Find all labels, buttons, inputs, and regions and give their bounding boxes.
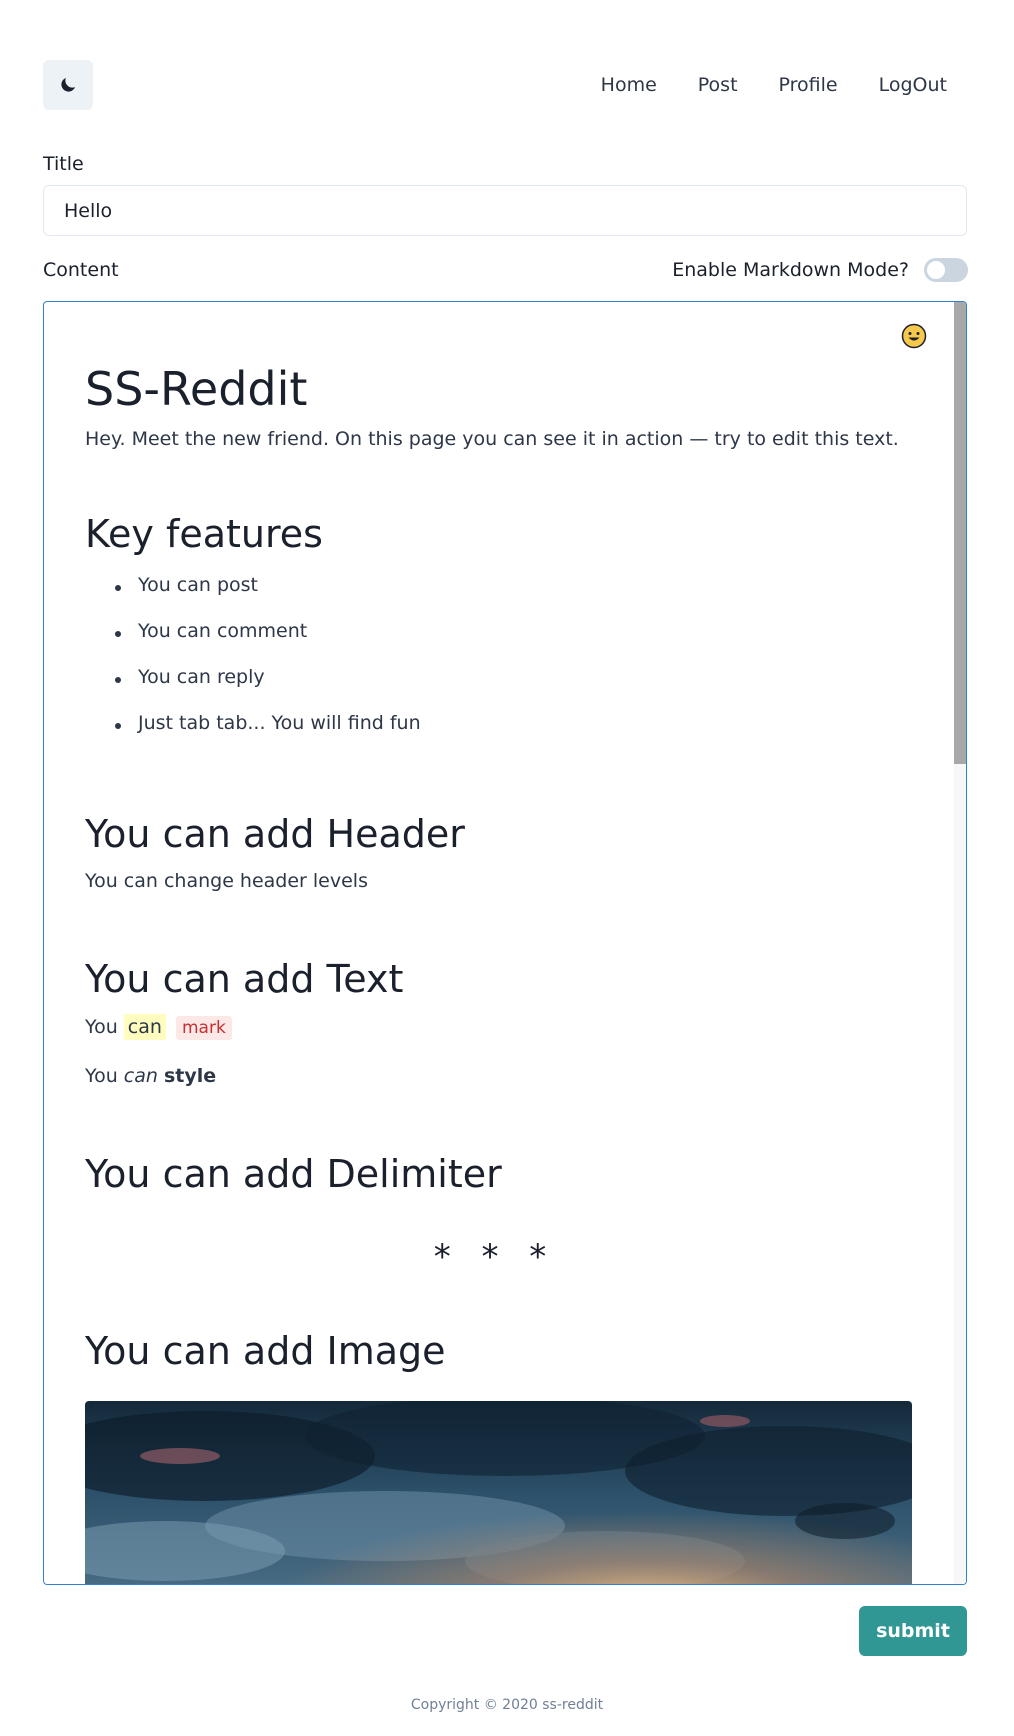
markdown-mode-label: Enable Markdown Mode? xyxy=(672,259,909,281)
mark-text-line: You can mark xyxy=(85,1014,232,1040)
list-item: You can comment xyxy=(138,620,308,642)
footer-copyright: Copyright © 2020 ss-reddit xyxy=(410,1697,604,1713)
list-item: You can reply xyxy=(138,666,265,688)
title-input[interactable] xyxy=(43,185,967,236)
content-editor[interactable]: SS-Reddit Hey. Meet the new friend. On t… xyxy=(43,301,967,1585)
nav-link-post[interactable]: Post xyxy=(698,74,738,96)
list-bullet xyxy=(115,585,121,591)
highlighted-text: can xyxy=(123,1014,166,1040)
editor-heading: SS-Reddit xyxy=(85,362,308,416)
list-item: Just tab tab... You will find fun xyxy=(138,712,421,734)
bold-text: style xyxy=(163,1065,217,1087)
toggle-knob xyxy=(927,261,945,279)
style-text-line: You can style xyxy=(85,1065,216,1087)
features-heading: Key features xyxy=(85,512,323,556)
editor-scrollbar[interactable] xyxy=(954,302,966,1584)
moon-icon xyxy=(61,77,76,92)
delimiter-heading: You can add Delimiter xyxy=(85,1152,502,1196)
header-heading: You can add Header xyxy=(85,812,465,856)
text-heading: You can add Text xyxy=(85,957,404,1001)
title-label: Title xyxy=(43,153,84,175)
list-bullet xyxy=(115,631,121,637)
nav-link-logout[interactable]: LogOut xyxy=(879,74,947,96)
cloudy-sky-image xyxy=(85,1401,912,1584)
editor-scrollbar-thumb[interactable] xyxy=(954,302,966,764)
content-label: Content xyxy=(43,259,119,281)
markdown-mode-toggle[interactable] xyxy=(924,258,968,282)
marked-text: mark xyxy=(175,1016,232,1040)
delimiter: * * * xyxy=(433,1237,557,1277)
list-item: You can post xyxy=(138,574,258,596)
smile-emoji-icon[interactable] xyxy=(901,323,927,349)
style-text-prefix: You xyxy=(85,1065,118,1087)
list-bullet xyxy=(115,677,121,683)
list-bullet xyxy=(115,723,121,729)
editor-intro: Hey. Meet the new friend. On this page y… xyxy=(85,428,899,450)
italic-text: can xyxy=(123,1065,158,1087)
theme-toggle-button[interactable] xyxy=(43,60,93,110)
nav-links: Home Post Profile LogOut xyxy=(560,60,947,110)
submit-button[interactable]: submit xyxy=(859,1606,967,1656)
markdown-mode-control: Enable Markdown Mode? xyxy=(672,257,968,283)
header-text: You can change header levels xyxy=(85,870,368,892)
mark-text-prefix: You xyxy=(85,1016,118,1038)
nav-link-home[interactable]: Home xyxy=(601,74,657,96)
nav-link-profile[interactable]: Profile xyxy=(779,74,838,96)
navbar: Home Post Profile LogOut xyxy=(43,60,967,110)
image-heading: You can add Image xyxy=(85,1329,446,1373)
